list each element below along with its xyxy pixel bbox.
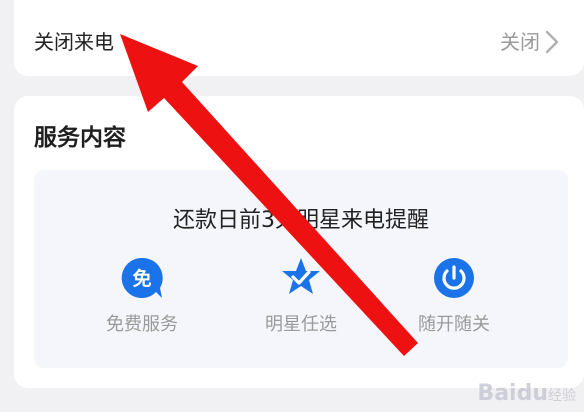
free-badge-glyph: 免 bbox=[132, 267, 151, 290]
power-icon bbox=[434, 258, 474, 298]
service-panel: 还款日前3天明星来电提醒 免 免费服务 明星任选 随开随关 bbox=[34, 170, 568, 368]
free-badge-icon: 免 bbox=[121, 257, 163, 298]
star-check-icon bbox=[282, 258, 320, 294]
service-content-card: 服务内容 还款日前3天明星来电提醒 免 免费服务 明星任选 随开随关 bbox=[14, 96, 584, 388]
feature-free-service: 免 免费服务 bbox=[67, 256, 217, 336]
close-call-label: 关闭来电 bbox=[34, 30, 114, 54]
baidu-watermark: Baidu经验 bbox=[477, 381, 576, 406]
chevron-right-icon[interactable] bbox=[542, 30, 562, 54]
feature-label: 随开随关 bbox=[418, 314, 490, 335]
watermark-sub: 经验 bbox=[548, 388, 576, 404]
watermark-brand: Baidu bbox=[477, 381, 548, 406]
feature-toggle-anytime: 随开随关 bbox=[379, 256, 529, 336]
close-call-value[interactable]: 关闭 bbox=[500, 26, 540, 55]
close-call-card: 关闭来电 关闭 bbox=[14, 0, 584, 76]
feature-label: 免费服务 bbox=[106, 314, 178, 335]
feature-label: 明星任选 bbox=[265, 314, 337, 335]
feature-star-choice: 明星任选 bbox=[226, 256, 376, 336]
section-title: 服务内容 bbox=[34, 125, 126, 151]
promo-title: 还款日前3天明星来电提醒 bbox=[173, 208, 429, 233]
